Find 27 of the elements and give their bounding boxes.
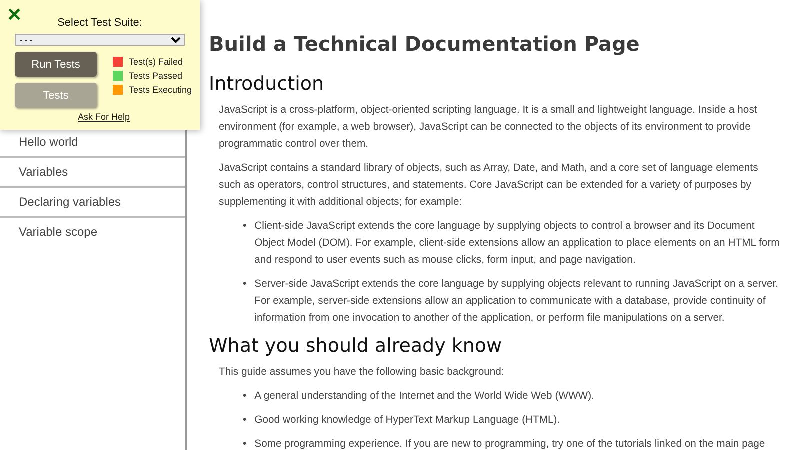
run-tests-button[interactable]: Run Tests bbox=[15, 52, 97, 77]
nav-link[interactable]: Variables bbox=[0, 158, 185, 188]
bullet: • bbox=[243, 414, 247, 428]
section-heading: Introduction bbox=[209, 72, 326, 96]
list-item: Server-side JavaScript extends the core language by supplying objects relevant to running JavaScript on a server. For example, server-side extensions allow an application to communicate with a database, provide continuity of information from one invocation to another of the application, or perform file manipulations on a server. bbox=[254, 278, 780, 326]
help-link[interactable]: Ask For Help bbox=[78, 112, 130, 122]
list-item: Client-side JavaScript extends the core language by supplying objects to control a browser and its Document Object Model (DOM). For example, client-side extensions allow an application to place elements on an HTML form and respond to user events such as mouse clicks, form input, and page navigation. bbox=[254, 220, 781, 268]
legend-label: Tests Executing bbox=[129, 85, 192, 95]
legend-label: Tests Passed bbox=[129, 71, 183, 81]
paragraph: JavaScript is a cross-platform, object-oriented scripting language. It is a small and lightweight language. Inside a host environment (for example, a web browser), JavaScript can be connected to the objects of its environment to provide programmatic control over them. bbox=[219, 104, 758, 152]
bullet: • bbox=[243, 278, 247, 292]
paragraph: This guide assumes you have the following basic background: bbox=[219, 366, 506, 380]
list-item: Good working knowledge of HyperText Markup Language (HTML). bbox=[254, 414, 560, 428]
page-title: Build a Technical Documentation Page bbox=[209, 32, 641, 56]
nav-link[interactable]: Variable scope bbox=[0, 218, 185, 246]
bullet: • bbox=[243, 220, 247, 234]
list-item: Some programming experience. If you are new to programming, try one of the tutorials linked on the main page bbox=[254, 438, 766, 450]
bullet: • bbox=[243, 438, 247, 450]
nav-link[interactable]: Declaring variables bbox=[0, 188, 185, 218]
suite-select[interactable]: - - - bbox=[15, 34, 185, 46]
section-heading: What you should already know bbox=[209, 334, 504, 358]
suite-label: Select Test Suite: bbox=[56, 17, 144, 29]
paragraph: JavaScript contains a standard library of objects, such as Array, Date, and Math, and a core set of language elements such as operators, control structures, and statements. Core JavaScript can be extended for a variety of purposes by supplementing it with additional objects; for example: bbox=[219, 162, 760, 210]
list-item: A general understanding of the Internet and the World Wide Web (WWW). bbox=[254, 390, 594, 404]
bullet: • bbox=[243, 390, 247, 404]
legend-label: Test(s) Failed bbox=[129, 57, 184, 67]
close-button[interactable]: ✕ bbox=[7, 4, 22, 26]
